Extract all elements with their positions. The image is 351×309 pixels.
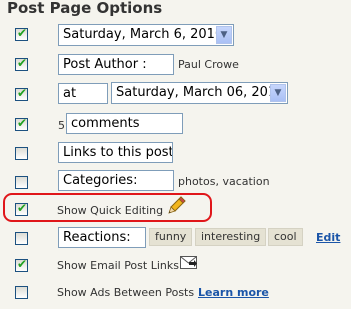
post-author-label-field[interactable]: Post Author : [58, 54, 174, 75]
quick-editing-checkbox[interactable]: ✔ [15, 201, 28, 216]
reactions-checkbox[interactable] [15, 232, 28, 245]
learn-more-link[interactable]: Learn more [198, 286, 269, 299]
check-mark-icon: ✔ [17, 257, 28, 271]
ads-between-posts-label: Show Ads Between Posts [57, 286, 195, 299]
chevron-down-icon[interactable]: ▼ [216, 26, 232, 44]
timestamp-checkbox[interactable]: ✔ [15, 86, 28, 101]
date-header-checkbox[interactable]: ✔ [15, 26, 28, 41]
check-mark-icon: ✔ [17, 56, 28, 70]
links-to-post-field[interactable]: Links to this post [58, 142, 173, 163]
labels-checkbox[interactable] [15, 176, 28, 189]
check-mark-icon: ✔ [17, 116, 28, 130]
post-author-checkbox[interactable]: ✔ [15, 56, 28, 71]
labels-label-field[interactable]: Categories: [58, 170, 174, 191]
email-icon [180, 256, 197, 269]
timestamp-label-field[interactable]: at [58, 83, 108, 104]
reaction-option-interesting: interesting [195, 228, 267, 246]
timestamp-format-value: Saturday, March 06, 2010 [116, 85, 285, 100]
quick-editing-label: Show Quick Editing [57, 204, 164, 217]
label-values: photos, vacation [178, 175, 270, 188]
edit-reactions-link[interactable]: Edit [316, 231, 340, 244]
timestamp-format-select[interactable]: Saturday, March 06, 2010 ▼ [111, 82, 288, 104]
comments-label-field[interactable]: comments [66, 113, 183, 134]
check-mark-icon: ✔ [17, 86, 28, 100]
email-links-checkbox[interactable]: ✔ [15, 257, 28, 272]
check-mark-icon: ✔ [17, 201, 28, 215]
comments-checkbox[interactable]: ✔ [15, 116, 28, 131]
reaction-option-cool: cool [268, 228, 303, 246]
chevron-down-icon[interactable]: ▼ [270, 84, 286, 102]
ads-between-posts-checkbox[interactable] [15, 286, 28, 299]
date-format-value: Saturday, March 6, 2010 [63, 27, 224, 42]
reactions-label-field[interactable]: Reactions: [58, 227, 146, 248]
author-name: Paul Crowe [178, 58, 239, 71]
date-format-select[interactable]: Saturday, March 6, 2010 ▼ [58, 24, 234, 46]
links-to-post-checkbox[interactable] [15, 147, 28, 160]
email-links-label: Show Email Post Links [57, 259, 179, 272]
check-mark-icon: ✔ [17, 26, 28, 40]
comment-count: 5 [58, 119, 65, 132]
reaction-option-funny: funny [149, 228, 193, 246]
pencil-icon [168, 196, 186, 214]
section-title: Post Page Options [7, 0, 163, 17]
